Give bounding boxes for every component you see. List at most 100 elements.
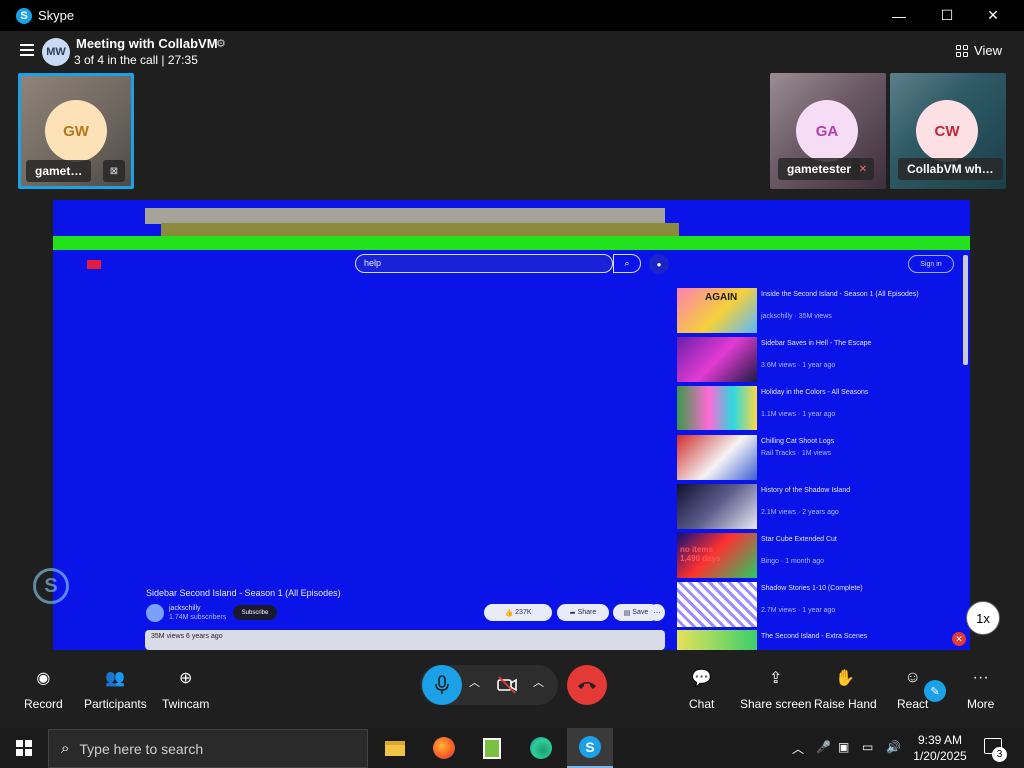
close-button[interactable]: ✕ (970, 0, 1016, 31)
chevron-up-icon[interactable]: ︿ (792, 740, 804, 757)
sidebar-video-title[interactable]: Sidebar Saves in Hell - The Escape (761, 339, 941, 349)
participant-name: CollabVM wh… (898, 158, 1003, 180)
overlay-band (145, 208, 665, 224)
firefox-icon[interactable] (421, 728, 467, 768)
menu-icon[interactable] (20, 44, 34, 56)
participants-button[interactable]: 👥 Participants (84, 668, 147, 711)
notepad-icon[interactable] (469, 728, 515, 768)
shared-screen[interactable]: help ⌕ ● Sign in AGAIN no items 1,490 da… (53, 200, 970, 650)
thumb-caption: AGAIN (705, 292, 738, 303)
participant-tile-ga[interactable]: GA gametester ✕ (770, 73, 886, 189)
file-explorer-icon[interactable] (372, 728, 418, 768)
chat-button[interactable]: 💬 Chat (689, 668, 714, 711)
pen-icon[interactable]: ✎ (924, 680, 946, 702)
grid-icon (956, 44, 969, 57)
hang-up-icon (578, 682, 596, 689)
microphone-button[interactable] (422, 665, 462, 705)
minimize-button[interactable]: — (876, 0, 922, 31)
maximize-button[interactable]: ☐ (924, 0, 970, 31)
taskbar-search[interactable]: ⌕ Type here to search (48, 729, 368, 768)
microphone-icon[interactable]: ● (649, 254, 669, 274)
video-thumbnail[interactable]: no items 1,490 days (677, 533, 757, 578)
system-clock[interactable]: 9:39 AM 1/20/2025 (912, 732, 968, 764)
sidebar-video-title[interactable]: Inside the Second Island - Season 1 (All… (761, 290, 941, 300)
sidebar-video-title[interactable]: Shadow Stories 1-10 (Complete) (761, 584, 941, 594)
network-icon[interactable]: ▣ (838, 740, 849, 754)
video-description[interactable]: 35M views 6 years ago (145, 630, 665, 650)
gear-icon[interactable]: ⚙ (216, 37, 226, 50)
share-button[interactable]: ➦ Share (557, 604, 609, 621)
edge-icon[interactable] (518, 728, 564, 768)
video-title: Sidebar Second Island - Season 1 (All Ep… (146, 588, 341, 598)
meeting-title: Meeting with CollabVM (76, 36, 218, 51)
close-icon[interactable]: ✕ (952, 632, 966, 646)
mic-muted-icon: ✕ (852, 158, 874, 180)
avatar: CW (916, 100, 978, 162)
search-input[interactable]: help (355, 254, 613, 273)
volume-icon[interactable]: 🔊 (886, 740, 901, 754)
twincam-button[interactable]: ⊕ Twincam (162, 668, 209, 711)
record-icon: ◉ (36, 670, 51, 687)
sidebar-video-meta: 2.1M views · 2 years ago (761, 509, 839, 516)
sidebar-video-meta: 3.6M views · 1 year ago (761, 362, 836, 369)
avatar: GW (45, 100, 107, 162)
sidebar-video-title[interactable]: The Second Island - Extra Scenes (761, 632, 941, 642)
people-icon: 👥 (105, 670, 126, 687)
skype-logo-icon: S (16, 7, 32, 24)
participant-tile-cw[interactable]: CW CollabVM wh… (890, 73, 1006, 189)
video-thumbnail[interactable]: AGAIN (677, 288, 757, 333)
thumb-caption: no items 1,490 days (680, 545, 721, 563)
sidebar-video-meta: 1.1M views · 1 year ago (761, 411, 836, 418)
raise-hand-button[interactable]: ✋ Raise Hand (814, 668, 877, 711)
skype-taskbar-icon[interactable]: S (567, 728, 613, 768)
shared-screen-stage: help ⌕ ● Sign in AGAIN no items 1,490 da… (0, 192, 1024, 650)
microphone-icon[interactable]: 🎤 (816, 740, 831, 754)
participant-name: gamet… (26, 160, 92, 182)
more-button[interactable]: ··· More (967, 668, 994, 711)
sidebar-video-meta: jackschilly · 35M views (761, 313, 832, 320)
video-thumbnail[interactable] (677, 630, 757, 650)
chevron-up-icon[interactable]: ︿ (533, 674, 544, 690)
display-icon[interactable]: ▭ (862, 740, 873, 754)
sidebar-video-title[interactable]: Star Cube Extended Cut (761, 535, 941, 545)
video-thumbnail[interactable] (677, 337, 757, 382)
sidebar-video-title[interactable]: History of the Shadow Island (761, 486, 941, 496)
like-button[interactable]: 👍 237K (484, 604, 552, 621)
scrollbar[interactable] (963, 255, 968, 365)
search-placeholder: Type here to search (79, 740, 204, 757)
sign-in-button[interactable]: Sign in (908, 255, 954, 273)
video-thumbnail[interactable] (677, 386, 757, 430)
video-thumbnail[interactable] (677, 435, 757, 480)
microphone-icon (435, 675, 449, 694)
playback-speed-button[interactable]: 1x (966, 601, 1000, 635)
youtube-logo-icon (87, 260, 101, 269)
overlay-band (53, 236, 970, 250)
chevron-up-icon[interactable]: ︿ (469, 674, 480, 690)
participant-tile-gw[interactable]: GW gamet… ⊠ (18, 73, 134, 189)
sidebar-video-title[interactable]: Chilling Cat Shoot Logs (761, 437, 941, 447)
sidebar-video-meta: Rail Tracks · 1M views (761, 450, 832, 457)
share-screen-button[interactable]: ⇪ Share screen (740, 668, 811, 711)
meeting-avatar[interactable]: MW (42, 38, 70, 66)
end-call-button[interactable] (567, 665, 607, 705)
more-icon: ··· (972, 669, 989, 686)
record-button[interactable]: ◉ Record (24, 668, 63, 711)
smile-icon: ☺ (904, 669, 921, 686)
video-off-icon (497, 676, 517, 694)
video-thumbnail[interactable] (677, 484, 757, 529)
sidebar-video-meta: Bingo · 1 month ago (761, 558, 825, 565)
camera-button[interactable] (487, 665, 527, 705)
video-thumbnail[interactable] (677, 582, 757, 627)
thumbs-up-icon: 👍 (504, 609, 516, 617)
view-button[interactable]: View (956, 43, 1002, 58)
channel-avatar[interactable] (146, 604, 164, 622)
sidebar-video-title[interactable]: Holiday in the Colors - All Seasons (761, 388, 941, 398)
title-bar: S Skype — ☐ ✕ (0, 0, 1024, 31)
avatar: GA (796, 100, 858, 162)
search-icon[interactable]: ⌕ (613, 254, 641, 273)
chat-icon: 💬 (691, 670, 712, 687)
more-options-icon[interactable]: ⋯ (649, 604, 665, 621)
channel-name[interactable]: jackschilly 1.74M subscribers (169, 604, 226, 622)
windows-start-icon[interactable] (16, 740, 32, 756)
subscribe-button[interactable]: Subscribe (233, 605, 277, 620)
